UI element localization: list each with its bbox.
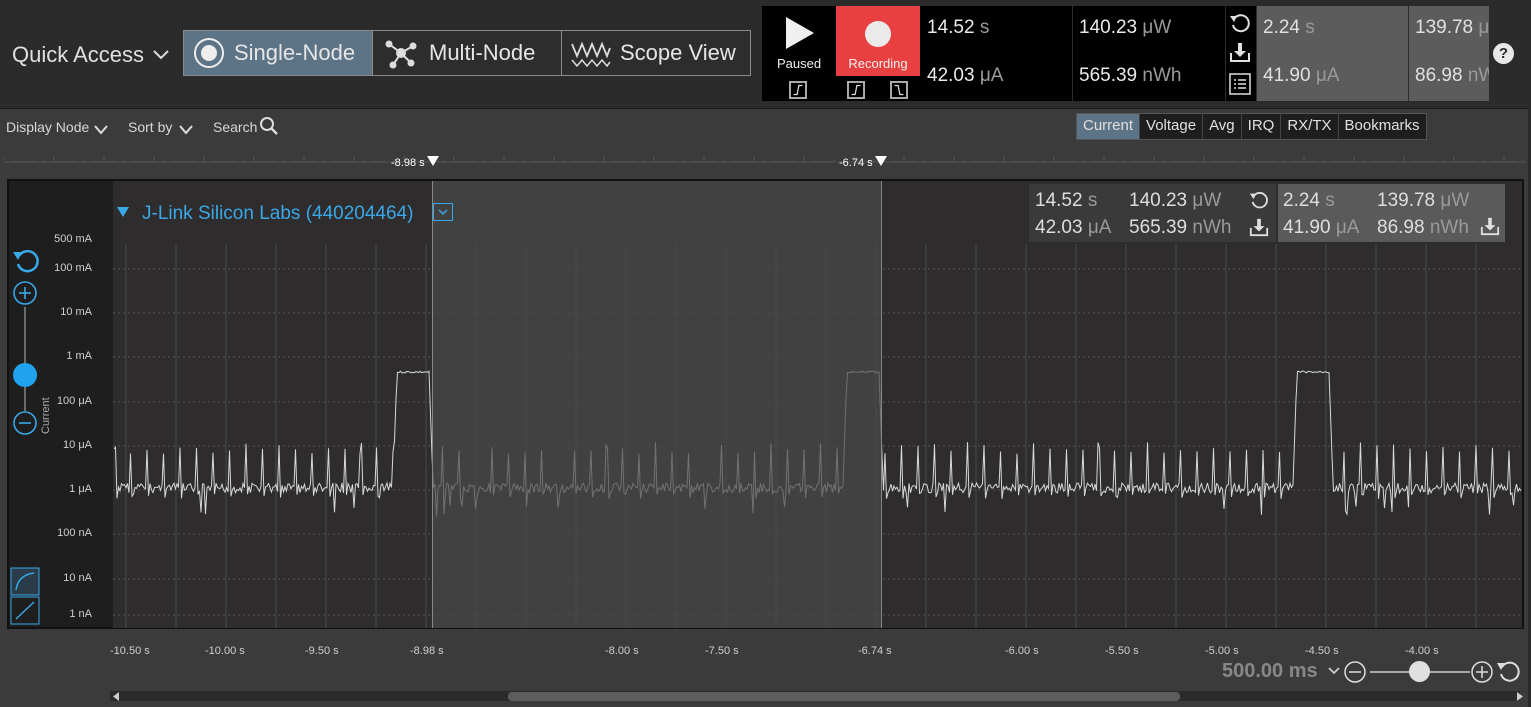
x-tick-label: -7.50 s	[705, 645, 739, 657]
node-power-unit: μW	[1192, 190, 1222, 211]
node-dropdown-icon[interactable]	[433, 203, 453, 221]
x-tick-label: -9.50 s	[305, 645, 339, 657]
scroll-right-icon[interactable]	[1516, 692, 1524, 701]
y-tick-label: 1 μA	[69, 483, 92, 495]
node-energy-value: 565.39	[1129, 217, 1188, 238]
node-name: J-Link Silicon Labs (440204464)	[142, 203, 414, 224]
chevron-down-icon	[438, 209, 448, 216]
collapse-triangle-icon[interactable]	[117, 207, 129, 217]
scroll-left-icon[interactable]	[112, 692, 120, 701]
reset-icon[interactable]	[1249, 190, 1269, 210]
zoom-in-icon[interactable]	[12, 280, 38, 306]
selection-region[interactable]	[433, 181, 881, 628]
marker-line	[432, 181, 433, 628]
x-tick-label: -8.00 s	[605, 645, 639, 657]
y-tick-label: 500 mA	[54, 233, 92, 245]
node-current-value: 42.03	[1035, 217, 1083, 238]
marker-line	[881, 181, 882, 628]
node-sel-time: 2.24 s	[1283, 190, 1335, 212]
y-tick-label: 10 mA	[60, 306, 92, 318]
node-sel-current-unit: μA	[1335, 217, 1360, 238]
node-sel-time-unit: s	[1325, 190, 1335, 211]
time-zoom-label: 500.00 ms	[1222, 660, 1318, 682]
x-tick-label: -10.00 s	[205, 645, 245, 657]
download-icon[interactable]	[1249, 217, 1269, 237]
y-axis-title: Current	[40, 397, 52, 434]
node-sel-power-value: 139.78	[1377, 190, 1436, 211]
chevron-down-icon[interactable]	[1327, 665, 1341, 677]
x-tick-label: -8.98 s	[410, 645, 444, 657]
zoom-out-icon[interactable]	[12, 410, 38, 436]
node-time: 14.52 s	[1035, 190, 1097, 212]
x-tick-label: -5.50 s	[1105, 645, 1139, 657]
y-zoom-slider-thumb[interactable]	[13, 363, 37, 387]
node-time-value: 14.52	[1035, 190, 1083, 211]
node-sel-energy-value: 86.98	[1377, 217, 1425, 238]
node-selection-stats: 2.24 s 41.90 μA 139.78 μW 86.98 nWh	[1278, 184, 1505, 242]
node-sel-current: 41.90 μA	[1283, 217, 1359, 239]
y-tick-label: 10 μA	[63, 439, 92, 451]
y-tick-label: 1 mA	[66, 350, 92, 362]
node-current-unit: μA	[1087, 217, 1112, 238]
node-energy-unit: nWh	[1192, 217, 1232, 238]
x-tick-label: -6.74 s	[858, 645, 892, 657]
x-tick-label: -6.00 s	[1005, 645, 1039, 657]
zoom-in-icon[interactable]	[1470, 660, 1494, 684]
node-time-unit: s	[1087, 190, 1098, 211]
scale-mode-icons	[10, 567, 40, 625]
y-zoom-track[interactable]	[24, 307, 26, 411]
node-power: 140.23 μW	[1129, 190, 1221, 212]
y-tick-label: 100 μA	[56, 395, 92, 407]
node-energy: 565.39 nWh	[1129, 217, 1231, 239]
x-tick-label: -5.00 s	[1205, 645, 1239, 657]
node-stats: 14.52 s 42.03 μA 140.23 μW 565.39 nWh	[1029, 184, 1276, 242]
node-power-value: 140.23	[1129, 190, 1188, 211]
reset-zoom-icon[interactable]	[12, 248, 40, 274]
node-sel-current-value: 41.90	[1283, 217, 1331, 238]
scrollbar-thumb[interactable]	[508, 692, 1180, 701]
download-icon[interactable]	[1480, 216, 1500, 236]
x-tick-label: -10.50 s	[110, 645, 150, 657]
reset-zoom-icon[interactable]	[1496, 659, 1522, 685]
node-sel-power: 139.78 μW	[1377, 190, 1469, 212]
y-tick-label: 100 nA	[57, 527, 92, 539]
time-zoom-thumb[interactable]	[1409, 661, 1430, 682]
node-sel-time-value: 2.24	[1283, 190, 1320, 211]
node-sel-energy-unit: nWh	[1429, 217, 1469, 238]
node-sel-power-unit: μW	[1440, 190, 1470, 211]
node-current: 42.03 μA	[1035, 217, 1111, 239]
zoom-out-icon[interactable]	[1343, 660, 1367, 684]
node-sel-energy: 86.98 nWh	[1377, 217, 1469, 239]
x-tick-label: -4.00 s	[1405, 645, 1439, 657]
x-tick-label: -4.50 s	[1305, 645, 1339, 657]
